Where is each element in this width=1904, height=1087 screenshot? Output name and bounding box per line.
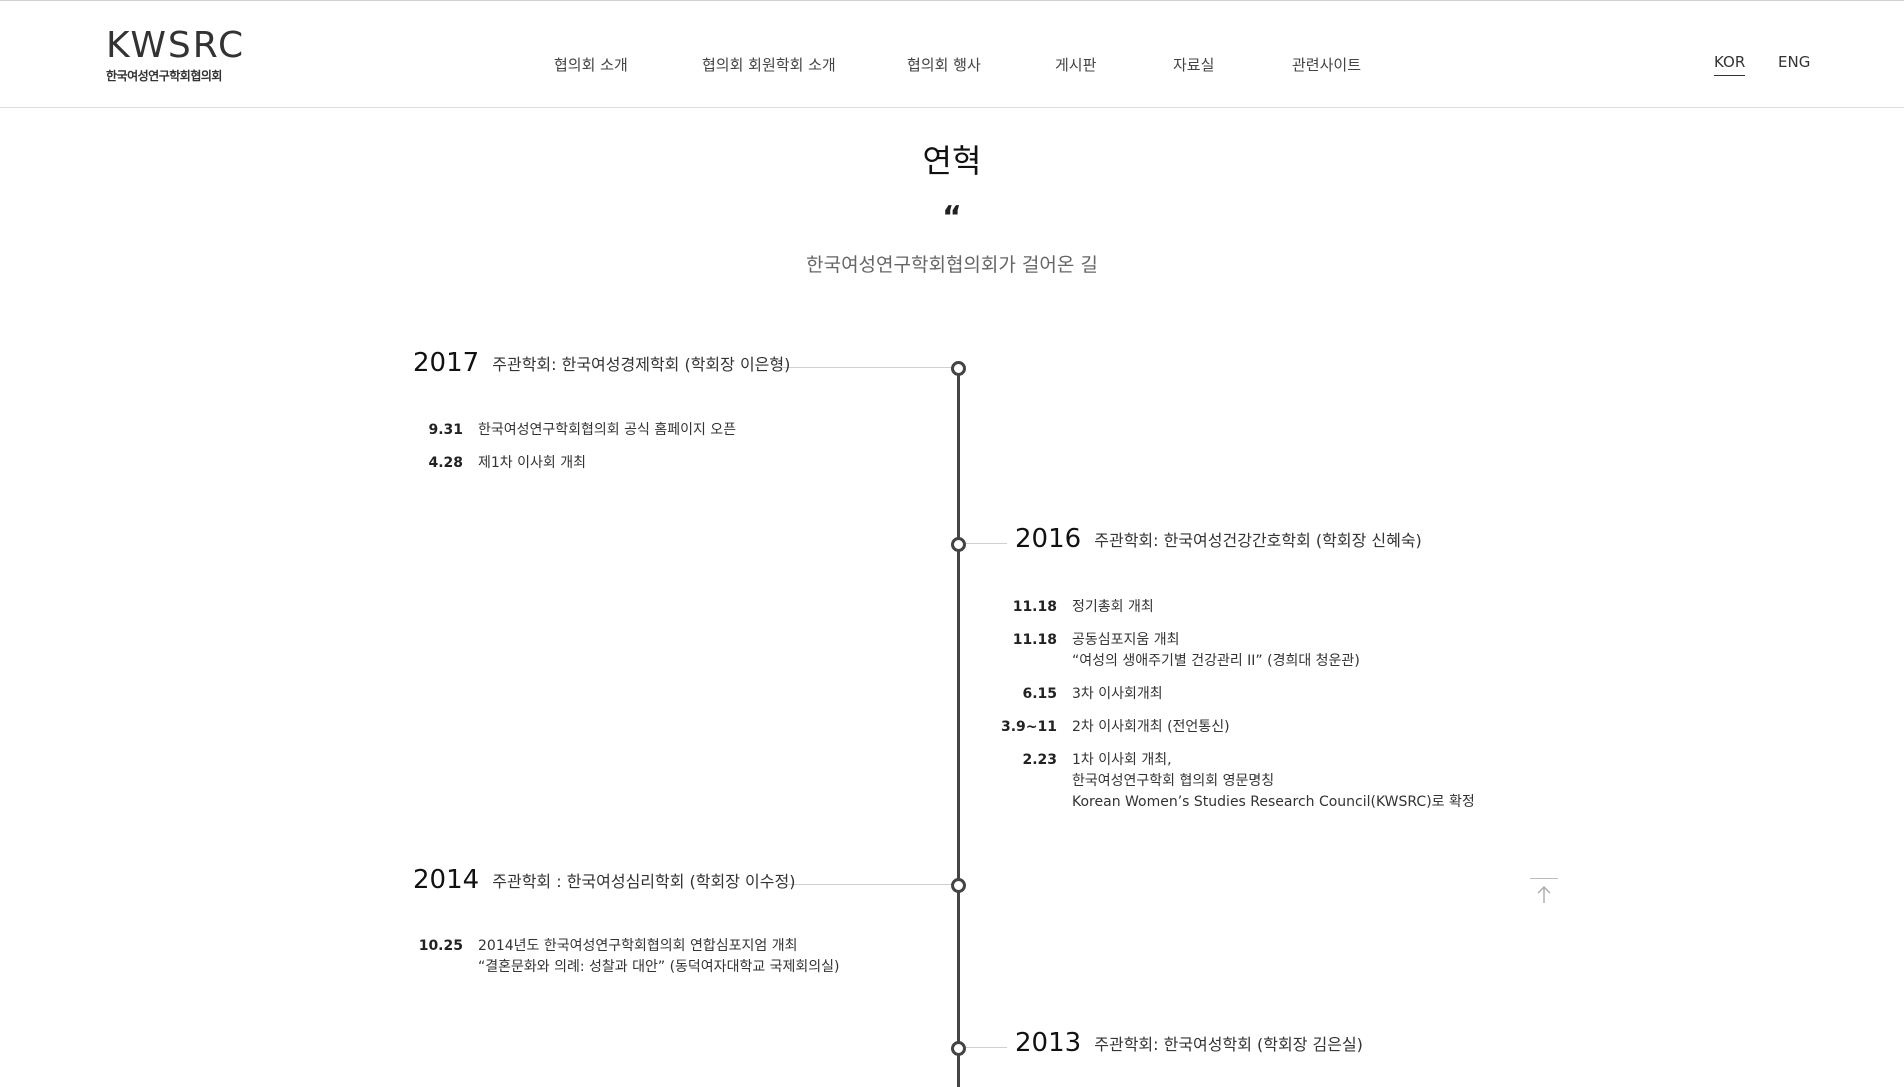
year-host: 주관학회 : 한국여성심리학회 (학회장 이수정) bbox=[492, 872, 796, 891]
timeline-node bbox=[951, 361, 966, 376]
lang-kor[interactable]: KOR bbox=[1714, 53, 1746, 76]
event-date: 3.9~11 bbox=[1000, 719, 1057, 735]
timeline-connector bbox=[778, 884, 955, 885]
event-desc: “결혼문화와 의례: 성찰과 대안” (동덕여자대학교 국제회의실) bbox=[478, 959, 840, 975]
nav-item-members[interactable]: 협의회 회원학회 소개 bbox=[702, 54, 836, 75]
year-header-2016: 2016 주관학회: 한국여성건강간호학회 (학회장 신혜숙) bbox=[1015, 524, 1422, 554]
event-date: 4.28 bbox=[428, 455, 463, 471]
site-header: KWSRC 한국여성연구학회협의회 협의회 소개 협의회 회원학회 소개 협의회… bbox=[0, 1, 1904, 108]
arrow-up-icon bbox=[1537, 886, 1551, 903]
event-date: 10.25 bbox=[418, 938, 463, 954]
nav-item-links[interactable]: 관련사이트 bbox=[1292, 54, 1361, 75]
page-title: 연혁 bbox=[922, 142, 982, 180]
page-subtitle: 한국여성연구학회협의회가 걸어온 길 bbox=[806, 254, 1098, 276]
scroll-top-button[interactable] bbox=[1530, 878, 1558, 911]
year-host: 주관학회: 한국여성건강간호학회 (학회장 신혜숙) bbox=[1094, 531, 1422, 550]
year-label: 2014 bbox=[413, 865, 480, 895]
timeline-node bbox=[951, 878, 966, 893]
year-host: 주관학회: 한국여성학회 (학회장 김은실) bbox=[1094, 1035, 1363, 1054]
lang-eng[interactable]: ENG bbox=[1778, 53, 1810, 71]
event-date: 2.23 bbox=[1022, 752, 1057, 768]
nav-item-about[interactable]: 협의회 소개 bbox=[554, 54, 628, 75]
event-desc: 2014년도 한국여성연구학회협의회 연합심포지엄 개최 bbox=[478, 938, 798, 954]
event-desc: “여성의 생애주기별 건강관리 II” (경희대 청운관) bbox=[1072, 653, 1360, 669]
year-header-2013: 2013 주관학회: 한국여성학회 (학회장 김은실) bbox=[1015, 1028, 1363, 1058]
year-label: 2013 bbox=[1015, 1028, 1082, 1058]
timeline-line bbox=[957, 367, 960, 1087]
event-desc: 한국여성연구학회협의회 공식 홈페이지 오픈 bbox=[478, 422, 737, 438]
event-desc: 한국여성연구학회 협의회 영문명칭 bbox=[1072, 773, 1275, 789]
event-date: 11.18 bbox=[1012, 599, 1057, 615]
nav-item-events[interactable]: 협의회 행사 bbox=[907, 54, 981, 75]
nav-item-archive[interactable]: 자료실 bbox=[1173, 54, 1214, 75]
event-desc: 1차 이사회 개최, bbox=[1072, 752, 1172, 768]
year-host: 주관학회: 한국여성경제학회 (학회장 이은형) bbox=[492, 355, 791, 374]
year-label: 2016 bbox=[1015, 524, 1082, 554]
event-desc: 제1차 이사회 개최 bbox=[478, 455, 586, 471]
event-desc: 3차 이사회개최 bbox=[1072, 686, 1163, 702]
event-date: 9.31 bbox=[428, 422, 463, 438]
timeline-connector bbox=[960, 543, 1007, 544]
event-desc: Korean Women’s Studies Research Council(… bbox=[1072, 794, 1475, 810]
year-header-2014: 2014 주관학회 : 한국여성심리학회 (학회장 이수정) bbox=[413, 865, 795, 895]
timeline-node bbox=[951, 1041, 966, 1056]
year-label: 2017 bbox=[413, 348, 480, 378]
event-desc: 2차 이사회개최 (전언통신) bbox=[1072, 719, 1230, 735]
quote-icon: “ bbox=[942, 200, 962, 235]
event-desc: 공동심포지움 개최 bbox=[1072, 632, 1180, 648]
year-header-2017: 2017 주관학회: 한국여성경제학회 (학회장 이은형) bbox=[413, 348, 790, 378]
event-date: 11.18 bbox=[1012, 632, 1057, 648]
main-nav: 협의회 소개 협의회 회원학회 소개 협의회 행사 게시판 자료실 관련사이트 bbox=[0, 54, 1904, 76]
timeline-connector bbox=[775, 367, 955, 368]
timeline-node bbox=[951, 537, 966, 552]
event-desc: 정기총회 개최 bbox=[1072, 599, 1154, 615]
event-date: 6.15 bbox=[1022, 686, 1057, 702]
timeline-connector bbox=[960, 1047, 1007, 1048]
nav-item-board[interactable]: 게시판 bbox=[1055, 54, 1096, 75]
